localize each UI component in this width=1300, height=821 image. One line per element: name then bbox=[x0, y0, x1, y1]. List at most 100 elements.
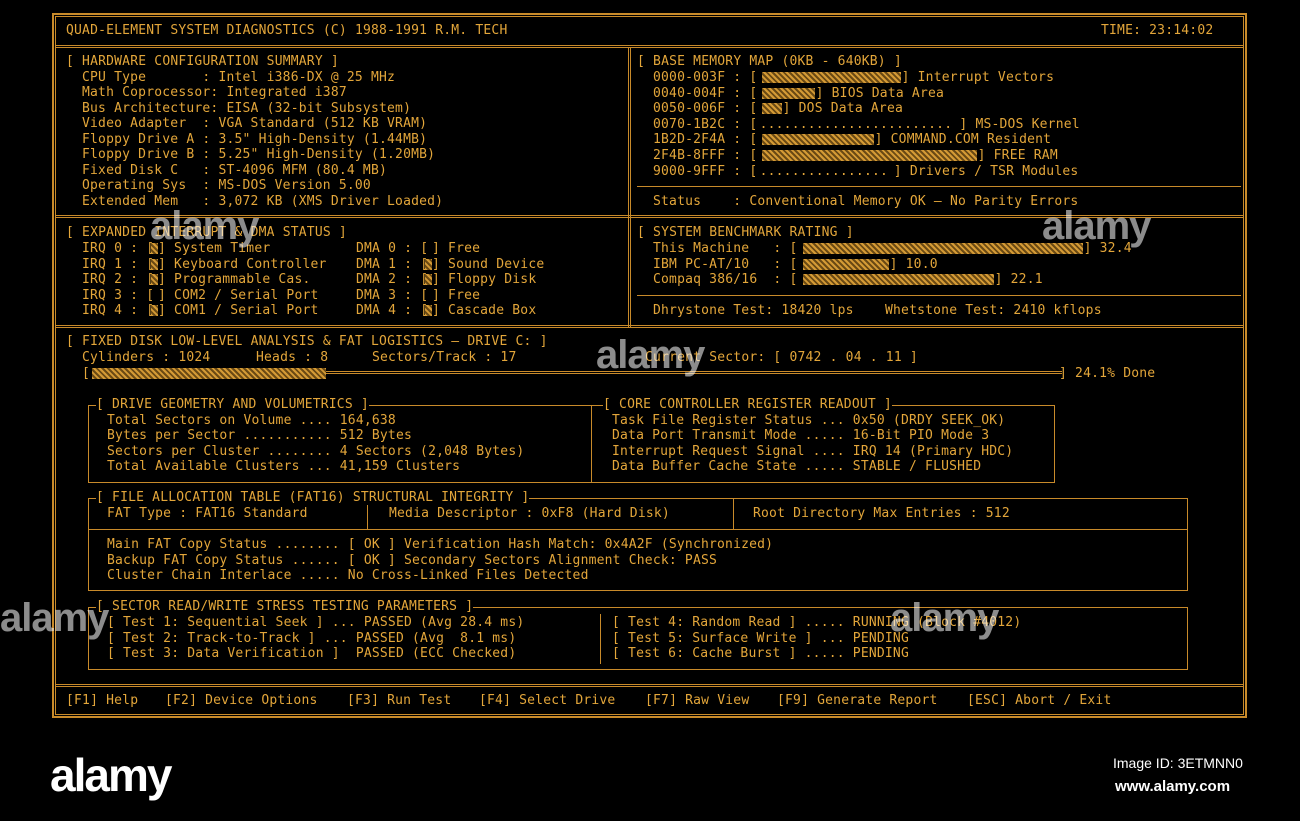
stress-test-3: [ Test 3: Data Verification ] PASSED (EC… bbox=[107, 646, 517, 661]
hardware-os: Operating Sys : MS-DOS Version 5.00 bbox=[82, 178, 371, 193]
memory-region-label: ] FREE RAM bbox=[977, 148, 1058, 163]
benchmark-label: IBM PC-AT/10 : [ bbox=[653, 256, 798, 272]
benchmark-bar bbox=[802, 243, 1083, 254]
f7-raw-view-key[interactable]: [F7] Raw View bbox=[645, 693, 749, 708]
irq-active-indicator bbox=[151, 305, 158, 317]
hardware-heading: [ HARDWARE CONFIGURATION SUMMARY ] bbox=[66, 54, 339, 69]
disk-cylinders: Cylinders : 1024 bbox=[82, 350, 211, 365]
f2-device-options-key[interactable]: [F2] Device Options bbox=[165, 693, 318, 708]
irq-line: IRQ 0 : [ bbox=[82, 241, 155, 256]
memory-region-label: ] MS-DOS Kernel bbox=[959, 116, 1080, 132]
f1-help-key[interactable]: [F1] Help bbox=[66, 693, 138, 708]
esc-abort-exit-key[interactable]: [ESC] Abort / Exit bbox=[967, 693, 1111, 708]
hardware-fpu: Math Coprocessor: Integrated i387 bbox=[82, 85, 347, 100]
dma-active-indicator bbox=[425, 258, 432, 270]
stress-col-divider bbox=[600, 614, 601, 664]
watermark-overlay: alamy bbox=[596, 333, 705, 377]
divider-footer-2 bbox=[55, 686, 1244, 687]
benchmark-bar bbox=[802, 274, 994, 286]
irq-active-indicator bbox=[151, 274, 158, 286]
stress-test-6: [ Test 6: Cache Burst ] ..... PENDING bbox=[612, 646, 909, 661]
divider-footer bbox=[55, 684, 1244, 685]
dma-label: ] Floppy Disk bbox=[432, 272, 537, 288]
memory-dots: ................ bbox=[759, 163, 889, 179]
irq-label: ] Keyboard Controller bbox=[158, 256, 327, 272]
controller-heading: [ CORE CONTROLLER REGISTER READOUT ] bbox=[603, 397, 892, 412]
progress-label: ] 24.1% Done bbox=[1059, 366, 1156, 381]
geometry-heading: [ DRIVE GEOMETRY AND VOLUMETRICS ] bbox=[96, 397, 369, 412]
dma-line: DMA 1 : [ bbox=[356, 256, 429, 272]
memory-region-label: ] Drivers / TSR Modules bbox=[893, 163, 1079, 179]
stress-test-5: [ Test 5: Surface Write ] ... PENDING bbox=[612, 631, 909, 646]
hardware-cpu: CPU Type : Intel i386-DX @ 25 MHz bbox=[82, 70, 396, 85]
hardware-ext-mem: Extended Mem : 3,072 KB (XMS Driver Load… bbox=[82, 194, 444, 209]
dma-active-indicator bbox=[425, 305, 432, 317]
memory-range: 0040-004F : [ bbox=[653, 85, 758, 101]
memory-range: 0000-003F : [ bbox=[653, 70, 758, 85]
memory-usage-bar bbox=[761, 134, 874, 146]
memory-status: Status : Conventional Memory OK — No Par… bbox=[653, 194, 1079, 209]
memory-range: 0070-1B2C : [ bbox=[653, 116, 758, 132]
memory-range: 0050-006F : [ bbox=[653, 101, 758, 117]
benchmark-divider bbox=[637, 295, 1241, 296]
geometry-total-clusters: Total Available Clusters ... 41,159 Clus… bbox=[107, 459, 461, 474]
image-id: Image ID: 3ETMNN0 bbox=[1113, 755, 1243, 771]
irq-label: ] COM1 / Serial Port bbox=[158, 303, 319, 319]
benchmark-value: ] 10.0 bbox=[889, 256, 938, 272]
divider-header bbox=[55, 45, 1244, 46]
irq-active-indicator bbox=[151, 258, 158, 270]
irq-line: IRQ 2 : [ bbox=[82, 272, 155, 288]
divider-irq-2 bbox=[55, 327, 1244, 328]
dhrystone-result: Dhrystone Test: 18420 lps bbox=[653, 303, 854, 318]
f9-generate-report-key[interactable]: [F9] Generate Report bbox=[777, 693, 938, 708]
hardware-floppy-a: Floppy Drive A : 3.5" High-Density (1.44… bbox=[82, 132, 428, 147]
alamy-logo: alamy bbox=[50, 749, 172, 801]
benchmark-label: This Machine : [ bbox=[653, 241, 798, 256]
divider-vertical bbox=[628, 47, 629, 327]
irq-line: IRQ 1 : [ bbox=[82, 256, 155, 272]
watermark-overlay: alamy bbox=[890, 596, 999, 640]
whetstone-result: Whetstone Test: 2410 kflops bbox=[885, 303, 1102, 318]
dma-label: ] Free bbox=[432, 287, 481, 303]
f4-select-drive-key[interactable]: [F4] Select Drive bbox=[479, 693, 615, 708]
disk-sectors-per-track: Sectors/Track : 17 bbox=[372, 350, 517, 365]
dma-line: DMA 0 : [ bbox=[356, 241, 429, 256]
memory-range: 2F4B-8FFF : [ bbox=[653, 148, 758, 163]
irq-line: IRQ 4 : [ bbox=[82, 303, 155, 319]
watermark-overlay: alamy bbox=[0, 596, 109, 640]
disk-heads: Heads : 8 bbox=[256, 350, 329, 365]
stress-test-2: [ Test 2: Track-to-Track ] ... PASSED (A… bbox=[107, 631, 517, 646]
memory-region-label: ] DOS Data Area bbox=[782, 101, 903, 117]
irq-label: ] COM2 / Serial Port bbox=[158, 287, 319, 303]
controller-transmit-mode: Data Port Transmit Mode ..... 16-Bit PIO… bbox=[612, 428, 990, 443]
memory-dots: ........................ bbox=[759, 116, 953, 132]
geometry-controller-divider bbox=[591, 405, 592, 483]
memory-map-heading: [ BASE MEMORY MAP (0KB - 640KB) ] bbox=[637, 54, 902, 69]
dma-active-indicator bbox=[425, 274, 432, 286]
memory-usage-bar bbox=[761, 72, 901, 83]
divider-header-2 bbox=[55, 47, 1244, 48]
stress-heading: [ SECTOR READ/WRITE STRESS TESTING PARAM… bbox=[96, 599, 474, 614]
benchmark-value: ] 22.1 bbox=[994, 272, 1043, 288]
benchmark-heading: [ SYSTEM BENCHMARK RATING ] bbox=[637, 225, 854, 240]
hardware-video: Video Adapter : VGA Standard (512 KB VRA… bbox=[82, 116, 428, 131]
fat-col-divider-2 bbox=[733, 498, 734, 529]
divider-vertical-2 bbox=[630, 47, 631, 327]
fat-backup-copy: Backup FAT Copy Status ...... [ OK ] Sec… bbox=[107, 553, 718, 568]
app-title: QUAD-ELEMENT SYSTEM DIAGNOSTICS (C) 1988… bbox=[66, 23, 508, 38]
hardware-floppy-b: Floppy Drive B : 5.25" High-Density (1.2… bbox=[82, 147, 436, 162]
f3-run-test-key[interactable]: [F3] Run Test bbox=[347, 693, 451, 708]
memory-range: 9000-9FFF : [ bbox=[653, 163, 758, 179]
geometry-sectors-per-cluster: Sectors per Cluster ........ 4 Sectors (… bbox=[107, 444, 525, 459]
memory-region-label: ] Interrupt Vectors bbox=[901, 70, 1055, 85]
fat-media-descriptor: Media Descriptor : 0xF8 (Hard Disk) bbox=[389, 506, 670, 521]
dma-line: DMA 4 : [ bbox=[356, 303, 429, 319]
stress-test-1: [ Test 1: Sequential Seek ] ... PASSED (… bbox=[107, 615, 525, 630]
benchmark-bar bbox=[802, 258, 889, 270]
dma-label: ] Free bbox=[432, 241, 481, 256]
divider-irq bbox=[55, 325, 1244, 326]
memory-region-label: ] BIOS Data Area bbox=[815, 85, 945, 101]
hardware-bus: Bus Architecture: EISA (32-bit Subsystem… bbox=[82, 101, 412, 116]
fat-box-divider bbox=[88, 529, 1188, 530]
dma-label: ] Cascade Box bbox=[432, 303, 537, 319]
